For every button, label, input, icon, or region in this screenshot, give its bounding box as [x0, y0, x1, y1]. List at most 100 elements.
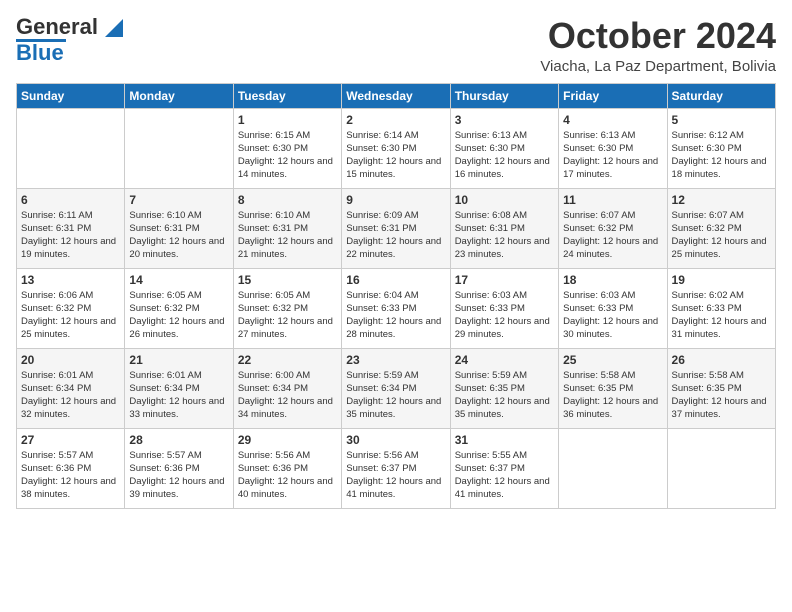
day-number: 9 — [346, 193, 445, 207]
day-info: Sunrise: 5:56 AMSunset: 6:37 PMDaylight:… — [346, 449, 445, 502]
day-header: Sunday — [17, 83, 125, 108]
day-info: Sunrise: 6:03 AMSunset: 6:33 PMDaylight:… — [455, 289, 554, 342]
day-number: 20 — [21, 353, 120, 367]
calendar-cell: 23 Sunrise: 5:59 AMSunset: 6:34 PMDayligh… — [342, 348, 450, 428]
day-number: 3 — [455, 113, 554, 127]
day-number: 1 — [238, 113, 337, 127]
day-info: Sunrise: 6:15 AMSunset: 6:30 PMDaylight:… — [238, 129, 337, 182]
calendar-table: SundayMondayTuesdayWednesdayThursdayFrid… — [16, 83, 776, 509]
day-number: 17 — [455, 273, 554, 287]
calendar-cell: 19 Sunrise: 6:02 AMSunset: 6:33 PMDayligh… — [667, 268, 775, 348]
calendar-cell — [667, 428, 775, 508]
calendar-cell: 28 Sunrise: 5:57 AMSunset: 6:36 PMDayligh… — [125, 428, 233, 508]
day-info: Sunrise: 6:09 AMSunset: 6:31 PMDaylight:… — [346, 209, 445, 262]
day-number: 10 — [455, 193, 554, 207]
day-info: Sunrise: 5:58 AMSunset: 6:35 PMDaylight:… — [672, 369, 771, 422]
day-number: 13 — [21, 273, 120, 287]
day-number: 4 — [563, 113, 662, 127]
calendar-cell — [17, 108, 125, 188]
day-number: 18 — [563, 273, 662, 287]
calendar-cell: 31 Sunrise: 5:55 AMSunset: 6:37 PMDayligh… — [450, 428, 558, 508]
calendar-cell: 24Sunrise: 5:59 AMSunset: 6:35 PMDayligh… — [450, 348, 558, 428]
day-number: 27 — [21, 433, 120, 447]
page-header: General Blue October 2024 Viacha, La Paz… — [16, 16, 776, 75]
day-number: 31 — [455, 433, 554, 447]
day-info: Sunrise: 5:57 AMSunset: 6:36 PMDaylight:… — [129, 449, 228, 502]
day-number: 15 — [238, 273, 337, 287]
logo-blue-text: Blue — [16, 42, 64, 64]
calendar-cell: 10 Sunrise: 6:08 AMSunset: 6:31 PMDayligh… — [450, 188, 558, 268]
day-number: 16 — [346, 273, 445, 287]
day-number: 6 — [21, 193, 120, 207]
title-area: October 2024 Viacha, La Paz Department, … — [540, 16, 776, 75]
calendar-week-row: 1 Sunrise: 6:15 AMSunset: 6:30 PMDaylight… — [17, 108, 776, 188]
day-number: 11 — [563, 193, 662, 207]
calendar-cell: 7 Sunrise: 6:10 AMSunset: 6:31 PMDaylight… — [125, 188, 233, 268]
calendar-cell: 17 Sunrise: 6:03 AMSunset: 6:33 PMDayligh… — [450, 268, 558, 348]
logo-text: General — [16, 16, 123, 38]
calendar-cell: 27 Sunrise: 5:57 AMSunset: 6:36 PMDayligh… — [17, 428, 125, 508]
day-header: Wednesday — [342, 83, 450, 108]
day-info: Sunrise: 6:03 AMSunset: 6:33 PMDaylight:… — [563, 289, 662, 342]
day-number: 30 — [346, 433, 445, 447]
day-info: Sunrise: 6:10 AMSunset: 6:31 PMDaylight:… — [129, 209, 228, 262]
calendar-cell: 26Sunrise: 5:58 AMSunset: 6:35 PMDayligh… — [667, 348, 775, 428]
calendar-cell: 4 Sunrise: 6:13 AMSunset: 6:30 PMDaylight… — [559, 108, 667, 188]
calendar-cell: 25 Sunrise: 5:58 AMSunset: 6:35 PMDayligh… — [559, 348, 667, 428]
day-number: 14 — [129, 273, 228, 287]
calendar-cell: 20 Sunrise: 6:01 AMSunset: 6:34 PMDayligh… — [17, 348, 125, 428]
calendar-cell: 6 Sunrise: 6:11 AMSunset: 6:31 PMDaylight… — [17, 188, 125, 268]
calendar-cell: 3 Sunrise: 6:13 AMSunset: 6:30 PMDaylight… — [450, 108, 558, 188]
day-info: Sunrise: 6:11 AMSunset: 6:31 PMDaylight:… — [21, 209, 120, 262]
calendar-cell: 14 Sunrise: 6:05 AMSunset: 6:32 PMDayligh… — [125, 268, 233, 348]
day-info: Sunrise: 6:14 AMSunset: 6:30 PMDaylight:… — [346, 129, 445, 182]
day-number: 2 — [346, 113, 445, 127]
day-number: 19 — [672, 273, 771, 287]
day-info: Sunrise: 6:13 AMSunset: 6:30 PMDaylight:… — [563, 129, 662, 182]
calendar-week-row: 6 Sunrise: 6:11 AMSunset: 6:31 PMDaylight… — [17, 188, 776, 268]
calendar-cell: 22Sunrise: 6:00 AMSunset: 6:34 PMDayligh… — [233, 348, 341, 428]
day-number: 7 — [129, 193, 228, 207]
day-info: Sunrise: 6:07 AMSunset: 6:32 PMDaylight:… — [672, 209, 771, 262]
day-header: Tuesday — [233, 83, 341, 108]
day-info: Sunrise: 6:01 AMSunset: 6:34 PMDaylight:… — [21, 369, 120, 422]
day-header: Saturday — [667, 83, 775, 108]
logo-triangle-icon — [105, 19, 123, 37]
day-info: Sunrise: 6:12 AMSunset: 6:30 PMDaylight:… — [672, 129, 771, 182]
day-info: Sunrise: 5:55 AMSunset: 6:37 PMDaylight:… — [455, 449, 554, 502]
day-number: 29 — [238, 433, 337, 447]
day-info: Sunrise: 6:08 AMSunset: 6:31 PMDaylight:… — [455, 209, 554, 262]
day-info: Sunrise: 6:06 AMSunset: 6:32 PMDaylight:… — [21, 289, 120, 342]
day-info: Sunrise: 5:58 AMSunset: 6:35 PMDaylight:… — [563, 369, 662, 422]
day-number: 21 — [129, 353, 228, 367]
day-info: Sunrise: 6:04 AMSunset: 6:33 PMDaylight:… — [346, 289, 445, 342]
calendar-cell: 8 Sunrise: 6:10 AMSunset: 6:31 PMDaylight… — [233, 188, 341, 268]
day-header: Friday — [559, 83, 667, 108]
calendar-cell: 21 Sunrise: 6:01 AMSunset: 6:34 PMDayligh… — [125, 348, 233, 428]
calendar-cell: 30 Sunrise: 5:56 AMSunset: 6:37 PMDayligh… — [342, 428, 450, 508]
day-info: Sunrise: 6:05 AMSunset: 6:32 PMDaylight:… — [129, 289, 228, 342]
day-number: 25 — [563, 353, 662, 367]
location-title: Viacha, La Paz Department, Bolivia — [540, 58, 776, 75]
day-number: 28 — [129, 433, 228, 447]
calendar-cell: 15Sunrise: 6:05 AMSunset: 6:32 PMDayligh… — [233, 268, 341, 348]
day-info: Sunrise: 6:07 AMSunset: 6:32 PMDaylight:… — [563, 209, 662, 262]
day-number: 8 — [238, 193, 337, 207]
day-number: 12 — [672, 193, 771, 207]
day-info: Sunrise: 6:13 AMSunset: 6:30 PMDaylight:… — [455, 129, 554, 182]
calendar-cell: 13 Sunrise: 6:06 AMSunset: 6:32 PMDayligh… — [17, 268, 125, 348]
day-info: Sunrise: 5:59 AMSunset: 6:34 PMDaylight:… — [346, 369, 445, 422]
calendar-cell: 5 Sunrise: 6:12 AMSunset: 6:30 PMDaylight… — [667, 108, 775, 188]
day-info: Sunrise: 6:01 AMSunset: 6:34 PMDaylight:… — [129, 369, 228, 422]
calendar-cell: 11 Sunrise: 6:07 AMSunset: 6:32 PMDayligh… — [559, 188, 667, 268]
calendar-cell: 29Sunrise: 5:56 AMSunset: 6:36 PMDayligh… — [233, 428, 341, 508]
day-info: Sunrise: 6:10 AMSunset: 6:31 PMDaylight:… — [238, 209, 337, 262]
day-info: Sunrise: 6:02 AMSunset: 6:33 PMDaylight:… — [672, 289, 771, 342]
day-number: 22 — [238, 353, 337, 367]
calendar-cell: 1 Sunrise: 6:15 AMSunset: 6:30 PMDaylight… — [233, 108, 341, 188]
day-info: Sunrise: 5:57 AMSunset: 6:36 PMDaylight:… — [21, 449, 120, 502]
calendar-cell: 18 Sunrise: 6:03 AMSunset: 6:33 PMDayligh… — [559, 268, 667, 348]
day-number: 5 — [672, 113, 771, 127]
month-title: October 2024 — [540, 16, 776, 56]
day-number: 23 — [346, 353, 445, 367]
